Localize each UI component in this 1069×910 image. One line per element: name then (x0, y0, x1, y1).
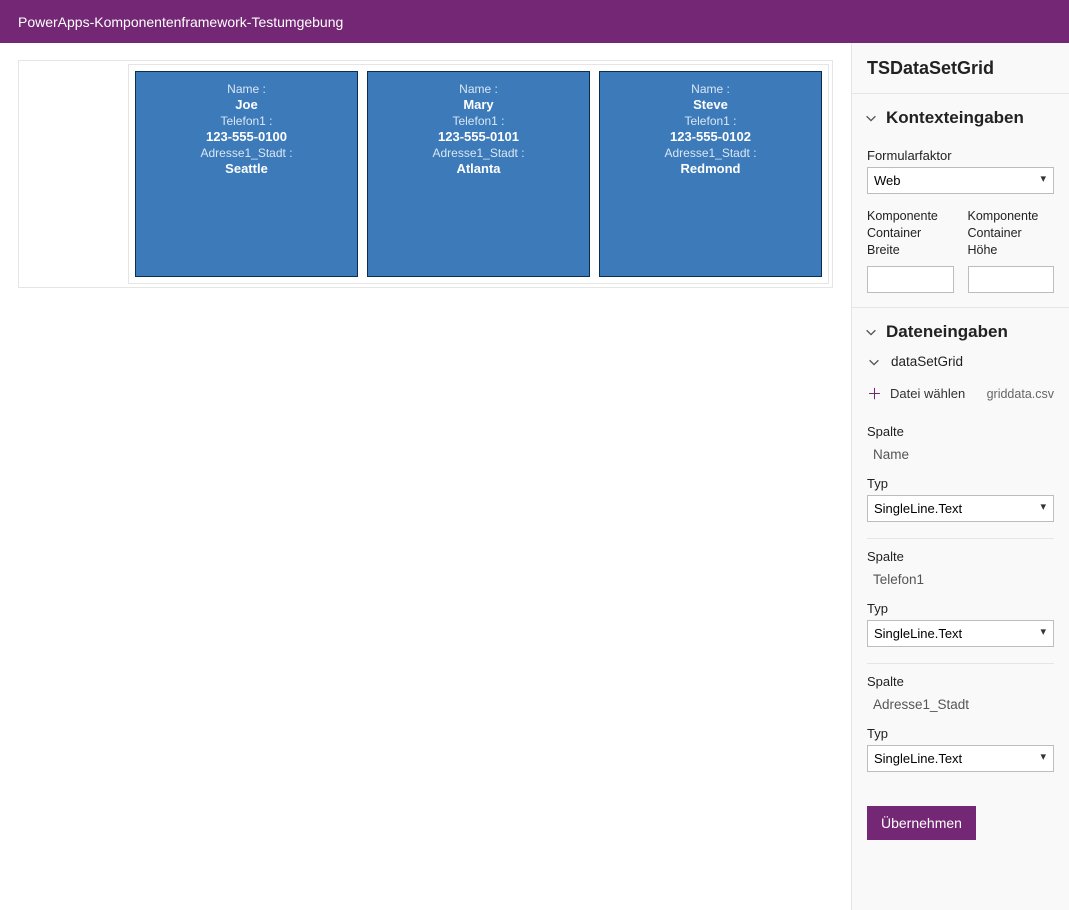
app-title: PowerApps-Komponentenframework-Testumgeb… (18, 14, 343, 30)
card-tel-value: 123-555-0100 (146, 129, 347, 144)
column-name: Adresse1_Stadt (867, 693, 1054, 716)
section-heading-data: Dateneingaben (886, 322, 1008, 342)
dataset-name: dataSetGrid (891, 354, 963, 369)
formfactor-label: Formularfaktor (867, 148, 1054, 163)
card-tel-label: Telefon1 : (610, 114, 811, 128)
column-config-block: Spalte Telefon1 Typ SingleLine.Text (867, 549, 1054, 664)
chevron-down-icon (864, 325, 878, 339)
plus-icon: ＋ (867, 383, 882, 404)
column-type-select[interactable]: SingleLine.Text (867, 745, 1054, 772)
selected-file-name: griddata.csv (987, 387, 1054, 401)
column-config-block: Spalte Name Typ SingleLine.Text (867, 424, 1054, 539)
column-label: Spalte (867, 424, 1054, 439)
section-body-data: dataSetGrid ＋ Datei wählen griddata.csv … (852, 352, 1069, 854)
card-name-value: Steve (610, 97, 811, 112)
container-width-label: Komponente Container Breite (867, 208, 954, 260)
type-label: Typ (867, 601, 1054, 616)
choose-file-button[interactable]: Datei wählen (890, 386, 965, 401)
component-title: TSDataSetGrid (852, 43, 1069, 94)
grid-card[interactable]: Name : Steve Telefon1 : 123-555-0102 Adr… (599, 71, 822, 277)
chevron-down-icon (867, 355, 881, 369)
column-type-select[interactable]: SingleLine.Text (867, 495, 1054, 522)
column-name: Telefon1 (867, 568, 1054, 591)
card-tel-value: 123-555-0101 (378, 129, 579, 144)
section-heading-context: Kontexteingaben (886, 108, 1024, 128)
card-tel-label: Telefon1 : (378, 114, 579, 128)
type-label: Typ (867, 726, 1054, 741)
grid-card[interactable]: Name : Mary Telefon1 : 123-555-0101 Adre… (367, 71, 590, 277)
app-title-bar: PowerApps-Komponentenframework-Testumgeb… (0, 0, 1069, 43)
chevron-down-icon (864, 111, 878, 125)
canvas-outer-frame: Name : Joe Telefon1 : 123-555-0100 Adres… (18, 60, 833, 288)
grid-card[interactable]: Name : Joe Telefon1 : 123-555-0100 Adres… (135, 71, 358, 277)
card-city-label: Adresse1_Stadt : (610, 146, 811, 160)
card-city-value: Atlanta (378, 161, 579, 176)
card-city-label: Adresse1_Stadt : (378, 146, 579, 160)
card-name-value: Mary (378, 97, 579, 112)
card-city-value: Seattle (146, 161, 347, 176)
card-name-label: Name : (378, 82, 579, 96)
column-config-block: Spalte Adresse1_Stadt Typ SingleLine.Tex… (867, 674, 1054, 788)
container-height-label: Komponente Container Höhe (968, 208, 1055, 260)
section-body-context: Formularfaktor Web Komponente Container … (852, 138, 1069, 307)
dataset-toggle[interactable]: dataSetGrid (867, 352, 1054, 375)
card-name-label: Name : (610, 82, 811, 96)
card-city-value: Redmond (610, 161, 811, 176)
sidebar: TSDataSetGrid Kontexteingaben Formularfa… (851, 43, 1069, 910)
dataset-grid: Name : Joe Telefon1 : 123-555-0100 Adres… (128, 64, 829, 284)
canvas-area: Name : Joe Telefon1 : 123-555-0100 Adres… (0, 43, 851, 910)
apply-button[interactable]: Übernehmen (867, 806, 976, 840)
file-picker-row: ＋ Datei wählen griddata.csv (867, 375, 1054, 414)
type-label: Typ (867, 476, 1054, 491)
section-toggle-context[interactable]: Kontexteingaben (852, 94, 1069, 138)
card-name-value: Joe (146, 97, 347, 112)
section-toggle-data[interactable]: Dateneingaben (852, 308, 1069, 352)
container-height-input[interactable] (968, 266, 1055, 293)
card-tel-label: Telefon1 : (146, 114, 347, 128)
card-tel-value: 123-555-0102 (610, 129, 811, 144)
card-city-label: Adresse1_Stadt : (146, 146, 347, 160)
formfactor-select[interactable]: Web (867, 167, 1054, 194)
column-label: Spalte (867, 674, 1054, 689)
column-label: Spalte (867, 549, 1054, 564)
column-type-select[interactable]: SingleLine.Text (867, 620, 1054, 647)
column-name: Name (867, 443, 1054, 466)
card-name-label: Name : (146, 82, 347, 96)
container-width-input[interactable] (867, 266, 954, 293)
